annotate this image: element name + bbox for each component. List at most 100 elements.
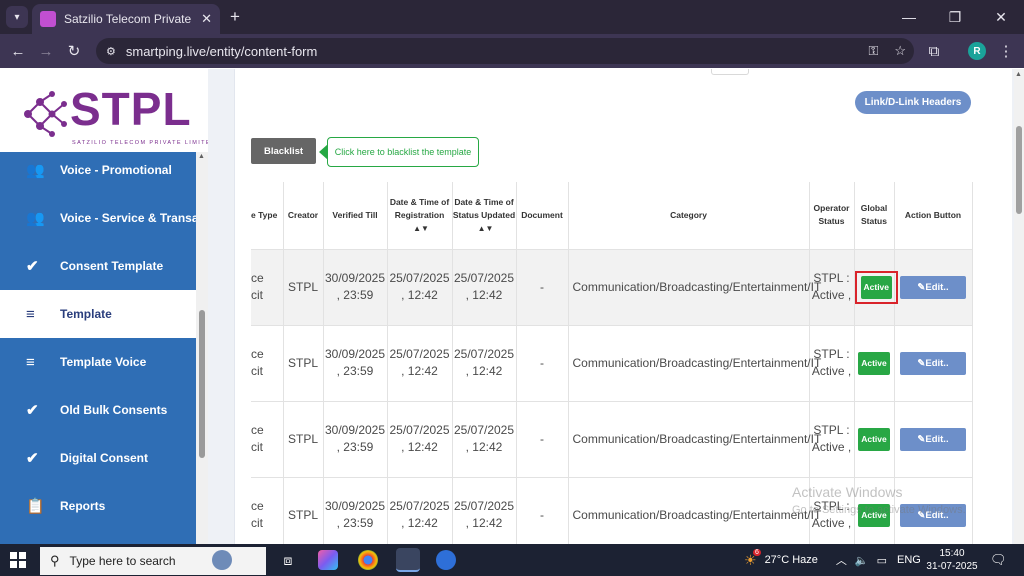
back-button[interactable]: ← [6, 39, 30, 63]
clock-date: 31-07-2025 [926, 561, 978, 572]
cell-verified-till: 30/09/2025 , 23:59 [323, 477, 388, 544]
column-header-global-status: Global Status [854, 182, 895, 250]
browser-tab[interactable]: Satzilio Telecom Private Limited ✕ [32, 4, 220, 34]
sidebar-scrollbar-thumb[interactable] [199, 310, 205, 458]
cell-verified-till: 30/09/2025 , 23:59 [323, 401, 388, 478]
stpl-logo[interactable]: STPL SATZILIO TELECOM PRIVATE LIMITED [22, 82, 215, 150]
sidebar-item-voice-service[interactable]: 👥 Voice - Service & Transac [0, 194, 196, 242]
partial-control[interactable] [711, 69, 749, 75]
scroll-up-arrow-icon[interactable]: ▲ [1015, 71, 1022, 78]
main-content: Link/D-Link Headers Blacklist Click here… [208, 69, 1014, 544]
edit-button-label: Edit.. [925, 357, 949, 369]
bookmark-star-icon[interactable]: ☆ [894, 43, 906, 59]
sidebar-item-voice-promotional[interactable]: 👥 Voice - Promotional [0, 152, 196, 194]
volume-icon[interactable]: 🔈 [855, 554, 869, 567]
browser-tab-bar: ▾ Satzilio Telecom Private Limited ✕ + —… [0, 0, 1024, 34]
cell-category: Communication/Broadcasting/Entertainment… [568, 249, 821, 326]
sidebar-item-template[interactable]: ≡ Template [0, 290, 196, 338]
column-header-creator: Creator [283, 182, 324, 250]
browser-toolbar: ← → ↻ ⚙ smartping.live/entity/content-fo… [0, 34, 1024, 68]
password-key-icon[interactable]: ⚿ [868, 43, 878, 59]
check-circle-icon: ✔ [26, 258, 39, 275]
task-view-icon[interactable]: ⧈ [278, 550, 298, 570]
close-window-button[interactable]: ✕ [978, 0, 1024, 34]
chrome-profile-icon[interactable] [396, 548, 420, 572]
site-favicon [40, 11, 56, 27]
sidebar-item-reports[interactable]: 📋 Reports [0, 482, 196, 530]
sidebar-item-template-voice[interactable]: ≡ Template Voice [0, 338, 196, 386]
sidebar-item-label: Template Voice [60, 355, 147, 369]
cell-action: ✎ Edit.. [894, 249, 973, 326]
windows-taskbar: ⚲ Type here to search ⧈ ☀ 6 27°C Haze ︿ … [0, 544, 1024, 576]
taskbar-search-placeholder: Type here to search [69, 554, 176, 568]
taskbar-clock[interactable]: 15:40 31-07-2025 [922, 547, 982, 573]
sidebar-item-consent-template[interactable]: ✔ Consent Template [0, 242, 196, 290]
site-info-icon[interactable]: ⚙ [106, 45, 116, 58]
edit-button[interactable]: ✎ Edit.. [900, 427, 966, 451]
sidebar: STPL SATZILIO TELECOM PRIVATE LIMITED 👥 … [0, 69, 215, 544]
tab-search-dropdown[interactable]: ▾ [6, 6, 28, 28]
status-badge: Active [858, 351, 890, 375]
highlight-box: Active [854, 270, 899, 304]
edit-button[interactable]: ✎ Edit.. [900, 351, 966, 375]
minimize-button[interactable]: — [886, 0, 932, 34]
address-bar[interactable]: ⚙ smartping.live/entity/content-form ⚿ ☆ [96, 38, 914, 64]
profile-avatar[interactable]: R [968, 42, 986, 60]
sidebar-item-old-bulk-consents[interactable]: ✔ Old Bulk Consents [0, 386, 196, 434]
sort-icon[interactable]: ▲▼ [478, 222, 494, 235]
cell-creator: STPL [283, 249, 324, 326]
weather-icon[interactable]: ☀ 6 [744, 548, 761, 569]
list-icon: ≡ [26, 353, 35, 371]
close-tab-icon[interactable]: ✕ [201, 11, 212, 27]
edit-button-label: Edit.. [925, 281, 949, 293]
new-tab-button[interactable]: + [224, 6, 246, 28]
voice-icon: 👥 [26, 210, 45, 227]
column-header-status-updated[interactable]: Date & Time of Status Updated ▲▼ [452, 182, 517, 250]
network-icon[interactable]: ▭ [877, 554, 887, 567]
cell-action: ✎ Edit.. [894, 401, 973, 478]
cell-document: - [516, 325, 569, 402]
column-header-label: Date & Time of Registration [389, 196, 450, 220]
link-dlink-headers-button[interactable]: Link/D-Link Headers [855, 91, 971, 114]
cell-verified-till: 30/09/2025 , 23:59 [323, 325, 388, 402]
sidebar-item-digital-consent[interactable]: ✔ Digital Consent [0, 434, 196, 482]
weather-text[interactable]: 27°C Haze [765, 554, 818, 566]
column-header-category: Category [568, 182, 810, 250]
logo-text: STPL [70, 83, 192, 135]
sidebar-item-label: Consent Template [60, 259, 164, 273]
page-scrollbar-thumb[interactable] [1016, 126, 1022, 214]
cell-category: Communication/Broadcasting/Entertainment… [568, 401, 821, 478]
column-header-action: Action Button [894, 182, 973, 250]
cell-action: ✎ Edit.. [894, 325, 973, 402]
language-indicator[interactable]: ENG [897, 554, 921, 566]
cell-status-updated: 25/07/2025 , 12:42 [452, 477, 517, 544]
column-header-registration[interactable]: Date & Time of Registration ▲▼ [387, 182, 453, 250]
chrome-icon[interactable] [358, 550, 378, 570]
extensions-icon[interactable]: ⧉ [922, 39, 946, 63]
url-text: smartping.live/entity/content-form [125, 43, 318, 59]
edit-button[interactable]: ✎ Edit.. [900, 275, 966, 299]
paint-icon[interactable] [436, 550, 456, 570]
content-card: Link/D-Link Headers Blacklist Click here… [234, 69, 1012, 544]
scroll-up-arrow-icon[interactable]: ▲ [198, 153, 205, 160]
restore-button[interactable]: ❐ [932, 0, 978, 34]
windows-start-icon[interactable] [10, 552, 26, 568]
taskbar-search-box[interactable]: ⚲ Type here to search [40, 547, 266, 575]
copilot-icon[interactable] [318, 550, 338, 570]
sort-icon[interactable]: ▲▼ [413, 222, 429, 235]
reload-button[interactable]: ↻ [62, 39, 86, 63]
status-badge: Active [858, 427, 890, 451]
cortana-icon[interactable] [212, 550, 232, 570]
chevron-up-icon[interactable]: ︿ [836, 552, 847, 568]
clock-time: 15:40 [939, 548, 965, 559]
cell-global-status: Active [854, 401, 895, 478]
browser-menu-icon[interactable]: ⋮ [994, 39, 1018, 63]
forward-button[interactable]: → [34, 39, 58, 63]
cell-status-updated: 25/07/2025 , 12:42 [452, 401, 517, 478]
cell-document: - [516, 249, 569, 326]
notifications-icon[interactable]: 🗨 [990, 552, 1007, 568]
column-header-label: Date & Time of Status Updated [452, 196, 516, 220]
cell-category: Communication/Broadcasting/Entertainment… [568, 477, 821, 544]
sidebar-item-label: Digital Consent [60, 451, 149, 465]
blacklist-button[interactable]: Blacklist [251, 138, 316, 164]
